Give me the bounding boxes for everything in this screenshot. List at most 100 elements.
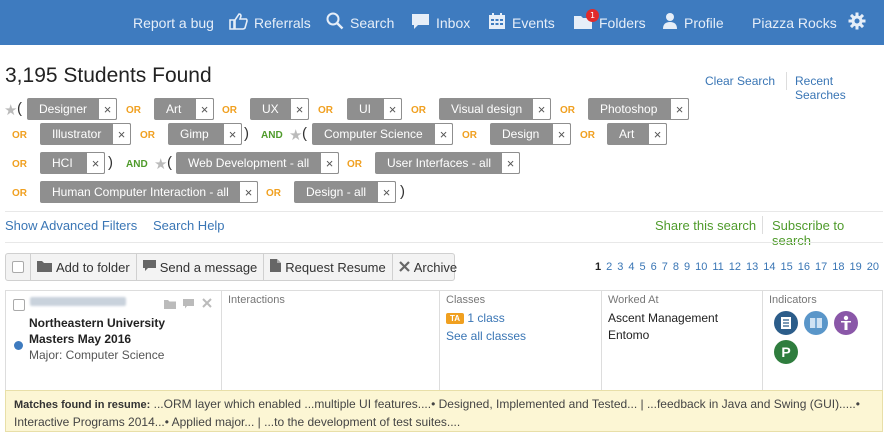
filter-chip: Art ×	[154, 98, 214, 120]
remove-chip-icon[interactable]: ×	[501, 152, 520, 174]
matches-label: Matches found in resume:	[14, 399, 151, 411]
class-count-link[interactable]: 1 class	[467, 311, 504, 325]
bulk-action-bar: Add to folder Send a message Request Res…	[5, 253, 457, 281]
page-link[interactable]: 16	[798, 261, 810, 273]
person-indicator-icon	[834, 311, 858, 335]
remove-chip-icon[interactable]: ×	[383, 98, 402, 120]
filter-chip: HCI ×	[40, 152, 105, 174]
remove-chip-icon[interactable]: ×	[223, 123, 242, 145]
chat-icon[interactable]	[183, 297, 194, 312]
nav-search[interactable]: Search	[326, 0, 394, 45]
filter-chip-label: Art	[619, 127, 635, 141]
add-to-folder-button[interactable]: Add to folder	[31, 254, 137, 280]
clear-search-link[interactable]: Clear Search	[705, 74, 775, 88]
star-icon[interactable]: ★	[4, 101, 17, 119]
page-link[interactable]: 6	[651, 261, 657, 273]
filter-chip: UI ×	[347, 98, 402, 120]
close-icon[interactable]	[202, 296, 212, 311]
page-link[interactable]: 11	[712, 261, 723, 273]
send-message-button[interactable]: Send a message	[137, 254, 265, 280]
remove-chip-icon[interactable]: ×	[98, 98, 117, 120]
see-all-classes-link[interactable]: See all classes	[446, 329, 526, 343]
divider	[5, 211, 883, 212]
page-link[interactable]: 20	[867, 261, 879, 273]
nav-inbox[interactable]: Inbox	[411, 0, 470, 45]
degree: Masters May 2016	[29, 332, 132, 346]
remove-chip-icon[interactable]: ×	[239, 181, 258, 203]
nav-profile[interactable]: Profile	[662, 0, 724, 45]
folder-icon[interactable]	[164, 297, 176, 312]
remove-chip-icon[interactable]: ×	[290, 98, 309, 120]
filter-chip-label: Visual design	[451, 102, 523, 116]
folders-notification-badge: 1	[586, 9, 599, 22]
page-link[interactable]: 18	[832, 261, 844, 273]
select-all-checkbox-cell[interactable]	[6, 254, 31, 280]
select-student-checkbox[interactable]	[13, 299, 25, 311]
or-operator: OR	[12, 130, 27, 141]
page-link[interactable]: 4	[628, 261, 634, 273]
nav-report-bug[interactable]: Report a bug	[133, 0, 214, 45]
divider	[786, 72, 787, 90]
page-link[interactable]: 5	[639, 261, 645, 273]
or-operator: OR	[462, 130, 477, 141]
remove-chip-icon[interactable]: ×	[377, 181, 396, 203]
page-link-current[interactable]: 1	[595, 261, 601, 273]
or-operator: OR	[222, 105, 237, 116]
recent-searches-link[interactable]: Recent Searches	[795, 74, 884, 102]
remove-chip-icon[interactable]: ×	[320, 152, 339, 174]
page-link[interactable]: 15	[781, 261, 793, 273]
page-link[interactable]: 2	[606, 261, 612, 273]
folder-icon	[37, 260, 56, 275]
nav-folders[interactable]: 1 Folders	[573, 0, 646, 45]
remove-chip-icon[interactable]: ×	[532, 98, 551, 120]
star-icon[interactable]: ★	[154, 155, 167, 173]
page-link[interactable]: 19	[850, 261, 862, 273]
interactions-column: Interactions	[222, 291, 440, 390]
page-link[interactable]: 8	[673, 261, 679, 273]
page-link[interactable]: 9	[684, 261, 690, 273]
archive-label: Archive	[413, 259, 458, 275]
page-link[interactable]: 13	[746, 261, 758, 273]
pagination: 1 2 3 4 5 6 7 8 9 10 11 12 13 14 15 16 1…	[590, 261, 879, 273]
search-icon	[326, 12, 350, 33]
filter-chip-label: Design - all	[306, 185, 367, 199]
page-link[interactable]: 7	[662, 261, 668, 273]
nav-piazza-rocks[interactable]: Piazza Rocks	[752, 0, 837, 45]
select-all-checkbox[interactable]	[12, 261, 24, 273]
show-advanced-filters-link[interactable]: Show Advanced Filters	[5, 218, 137, 233]
close-paren: )	[400, 183, 405, 200]
nav-referrals[interactable]: Referrals	[229, 0, 311, 45]
filter-chip: Art ×	[607, 123, 667, 145]
filter-chip-label: Photoshop	[600, 102, 658, 116]
search-help-link[interactable]: Search Help	[153, 218, 225, 233]
nav-events[interactable]: Events	[488, 0, 555, 45]
page-link[interactable]: 17	[815, 261, 827, 273]
remove-chip-icon[interactable]: ×	[648, 123, 667, 145]
filter-chip-label: Art	[166, 102, 182, 116]
star-icon[interactable]: ★	[289, 126, 302, 144]
interactions-header: Interactions	[228, 294, 285, 306]
remove-chip-icon[interactable]: ×	[434, 123, 453, 145]
remove-chip-icon[interactable]: ×	[112, 123, 131, 145]
nav-inbox-label: Inbox	[436, 14, 471, 31]
remove-chip-icon[interactable]: ×	[195, 98, 214, 120]
remove-chip-icon[interactable]: ×	[670, 98, 689, 120]
filter-chip-label: UI	[359, 102, 371, 116]
request-resume-button[interactable]: Request Resume	[264, 254, 393, 280]
filter-chip-label: HCI	[52, 156, 73, 170]
filter-chip-label: Web Development - all	[188, 156, 310, 170]
page-link[interactable]: 14	[763, 261, 775, 273]
share-search-link[interactable]: Share this search	[655, 218, 756, 233]
subscribe-search-link[interactable]: Subscribe to search	[772, 218, 884, 248]
page-link[interactable]: 10	[695, 261, 707, 273]
nav-settings[interactable]	[848, 0, 872, 45]
remove-chip-icon[interactable]: ×	[552, 123, 571, 145]
page-link[interactable]: 12	[729, 261, 741, 273]
page-link[interactable]: 3	[617, 261, 623, 273]
filter-chip: User Interfaces - all ×	[375, 152, 520, 174]
archive-button[interactable]: Archive	[393, 254, 463, 280]
or-operator: OR	[318, 105, 333, 116]
nav-referrals-label: Referrals	[254, 14, 311, 31]
remove-chip-icon[interactable]: ×	[86, 152, 105, 174]
or-operator: OR	[266, 188, 281, 199]
